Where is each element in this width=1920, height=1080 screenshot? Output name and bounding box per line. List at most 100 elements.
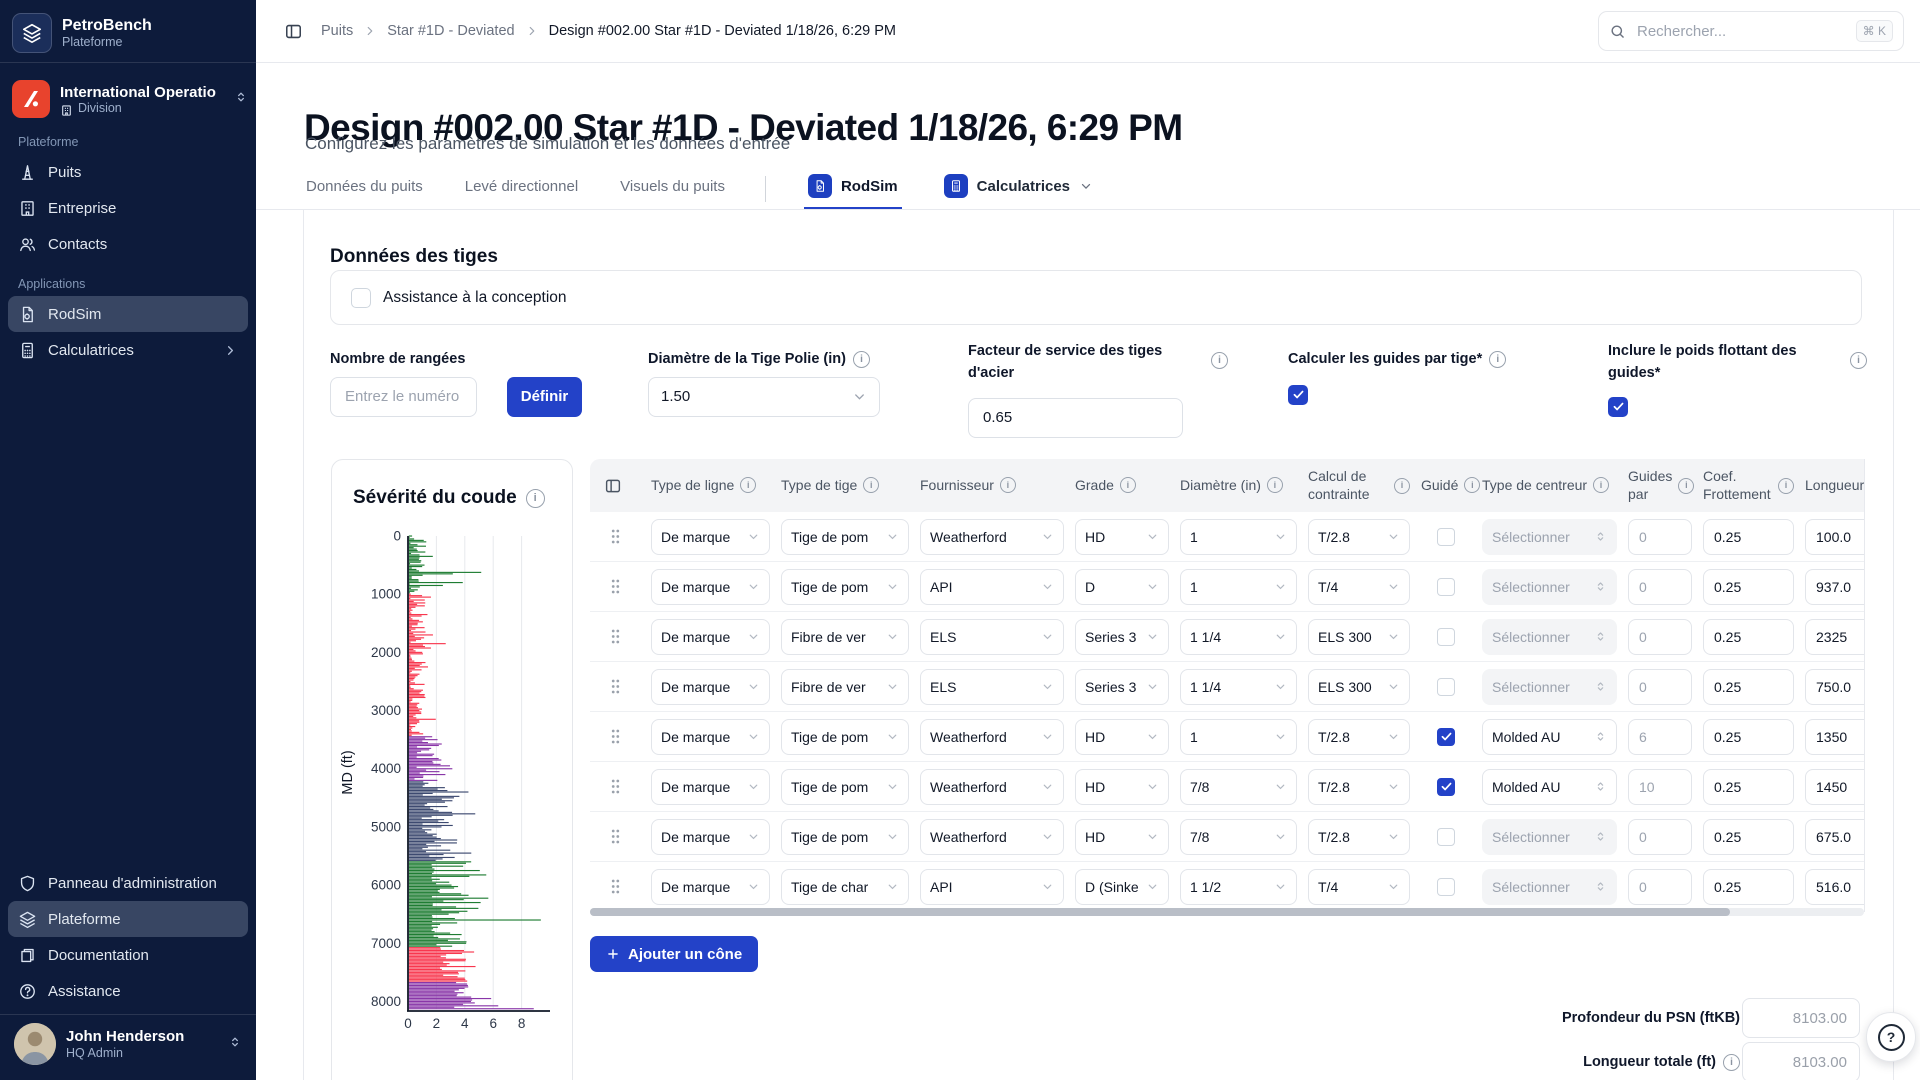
- guides-per-input[interactable]: 0: [1628, 819, 1692, 855]
- guides-per-input[interactable]: 0: [1628, 569, 1692, 605]
- length-input[interactable]: 1350: [1805, 719, 1865, 755]
- dia-select[interactable]: 1: [1180, 569, 1297, 605]
- grade-select[interactable]: HD: [1075, 719, 1169, 755]
- polished-rod-select[interactable]: 1.50: [648, 377, 880, 417]
- vendor-select[interactable]: API: [920, 869, 1064, 905]
- guides-per-input[interactable]: 0: [1628, 869, 1692, 905]
- rod-select[interactable]: Fibre de ver: [781, 619, 909, 655]
- design-assist-checkbox[interactable]: [351, 288, 371, 308]
- friction-coef-input[interactable]: 0.25: [1703, 719, 1794, 755]
- rod-select[interactable]: Fibre de ver: [781, 669, 909, 705]
- length-input[interactable]: 100.0: [1805, 519, 1865, 555]
- rod-select[interactable]: Tige de pom: [781, 819, 909, 855]
- grade-select[interactable]: D: [1075, 569, 1169, 605]
- info-icon[interactable]: i: [1394, 478, 1410, 494]
- line-select[interactable]: De marque: [651, 719, 770, 755]
- centralizer-select[interactable]: Sélectionner: [1482, 519, 1617, 555]
- sidebar-item-rodsim[interactable]: RodSim: [8, 296, 248, 332]
- add-taper-button[interactable]: Ajouter un cône: [590, 936, 758, 972]
- friction-coef-input[interactable]: 0.25: [1703, 569, 1794, 605]
- drag-handle-icon[interactable]: [590, 628, 640, 645]
- line-select[interactable]: De marque: [651, 569, 770, 605]
- vendor-select[interactable]: Weatherford: [920, 519, 1064, 555]
- dia-select[interactable]: 1 1/2: [1180, 869, 1297, 905]
- line-select[interactable]: De marque: [651, 519, 770, 555]
- dia-select[interactable]: 1: [1180, 519, 1297, 555]
- sidebar-item-assistance[interactable]: Assistance: [8, 973, 248, 1009]
- tab-lev-directionnel[interactable]: Levé directionnel: [463, 174, 580, 207]
- info-icon[interactable]: i: [1489, 351, 1506, 368]
- length-input[interactable]: 675.0: [1805, 819, 1865, 855]
- grade-select[interactable]: HD: [1075, 519, 1169, 555]
- sidebar-item-contacts[interactable]: Contacts: [8, 226, 248, 262]
- service-factor-input[interactable]: [981, 408, 1170, 427]
- stress-select[interactable]: T/4: [1308, 869, 1410, 905]
- rod-select[interactable]: Tige de pom: [781, 719, 909, 755]
- breadcrumb-link[interactable]: Star #1D - Deviated: [387, 23, 514, 39]
- line-select[interactable]: De marque: [651, 769, 770, 805]
- drag-handle-icon[interactable]: [590, 678, 640, 695]
- breadcrumb-link[interactable]: Puits: [321, 23, 353, 39]
- guided-checkbox[interactable]: [1437, 878, 1455, 896]
- sidebar-item-panneau-d-administration[interactable]: Panneau d'administration: [8, 865, 248, 901]
- info-icon[interactable]: i: [1593, 477, 1609, 493]
- info-icon[interactable]: i: [1267, 477, 1283, 493]
- dia-select[interactable]: 1 1/4: [1180, 669, 1297, 705]
- line-select[interactable]: De marque: [651, 819, 770, 855]
- vendor-select[interactable]: Weatherford: [920, 719, 1064, 755]
- vendor-select[interactable]: ELS: [920, 669, 1064, 705]
- info-icon[interactable]: i: [1850, 352, 1867, 369]
- length-input[interactable]: 2325: [1805, 619, 1865, 655]
- sidebar-item-plateforme[interactable]: Plateforme: [8, 901, 248, 937]
- grade-select[interactable]: HD: [1075, 819, 1169, 855]
- user-menu[interactable]: John Henderson HQ Admin: [8, 1016, 248, 1072]
- line-select[interactable]: De marque: [651, 619, 770, 655]
- search-input[interactable]: [1635, 22, 1847, 41]
- stress-select[interactable]: ELS 300: [1308, 669, 1410, 705]
- drag-handle-icon[interactable]: [590, 528, 640, 545]
- guided-checkbox[interactable]: [1437, 628, 1455, 646]
- grade-select[interactable]: Series 3: [1075, 619, 1169, 655]
- stress-select[interactable]: T/2.8: [1308, 769, 1410, 805]
- tab-calculatrices[interactable]: Calculatrices: [940, 174, 1097, 207]
- friction-coef-input[interactable]: 0.25: [1703, 669, 1794, 705]
- centralizer-select[interactable]: Molded AU: [1482, 769, 1617, 805]
- drag-handle-icon[interactable]: [590, 728, 640, 745]
- grade-select[interactable]: Series 3: [1075, 669, 1169, 705]
- length-input[interactable]: 937.0: [1805, 569, 1865, 605]
- stress-select[interactable]: T/4: [1308, 569, 1410, 605]
- dia-select[interactable]: 1: [1180, 719, 1297, 755]
- drag-handle-icon[interactable]: [590, 878, 640, 895]
- stress-select[interactable]: ELS 300: [1308, 619, 1410, 655]
- org-switcher[interactable]: International Operatio Division: [12, 72, 248, 126]
- rod-select[interactable]: Tige de pom: [781, 769, 909, 805]
- guided-checkbox[interactable]: [1437, 528, 1455, 546]
- friction-coef-input[interactable]: 0.25: [1703, 519, 1794, 555]
- length-input[interactable]: 1450: [1805, 769, 1865, 805]
- guides-per-input[interactable]: 0: [1628, 669, 1692, 705]
- info-icon[interactable]: i: [526, 489, 545, 508]
- dia-select[interactable]: 1 1/4: [1180, 619, 1297, 655]
- stress-select[interactable]: T/2.8: [1308, 519, 1410, 555]
- guides-per-input[interactable]: 6: [1628, 719, 1692, 755]
- vendor-select[interactable]: API: [920, 569, 1064, 605]
- set-rows-button[interactable]: Définir: [507, 377, 582, 417]
- drag-handle-icon[interactable]: [590, 828, 640, 845]
- vendor-select[interactable]: ELS: [920, 619, 1064, 655]
- tab-donn-es-du-puits[interactable]: Données du puits: [304, 174, 425, 207]
- centralizer-select[interactable]: Sélectionner: [1482, 819, 1617, 855]
- rows-input[interactable]: [343, 387, 464, 406]
- info-icon[interactable]: i: [1464, 477, 1480, 493]
- guided-checkbox[interactable]: [1437, 728, 1455, 746]
- info-icon[interactable]: i: [1120, 477, 1136, 493]
- info-icon[interactable]: i: [1678, 478, 1694, 494]
- centralizer-select[interactable]: Molded AU: [1482, 719, 1617, 755]
- guided-checkbox[interactable]: [1437, 778, 1455, 796]
- guided-checkbox[interactable]: [1437, 578, 1455, 596]
- centralizer-select[interactable]: Sélectionner: [1482, 869, 1617, 905]
- search-box[interactable]: ⌘ K: [1598, 11, 1904, 51]
- grade-select[interactable]: D (Sinke: [1075, 869, 1169, 905]
- info-icon[interactable]: i: [740, 477, 756, 493]
- help-fab[interactable]: ?: [1866, 1012, 1916, 1062]
- info-icon[interactable]: i: [1723, 1054, 1740, 1071]
